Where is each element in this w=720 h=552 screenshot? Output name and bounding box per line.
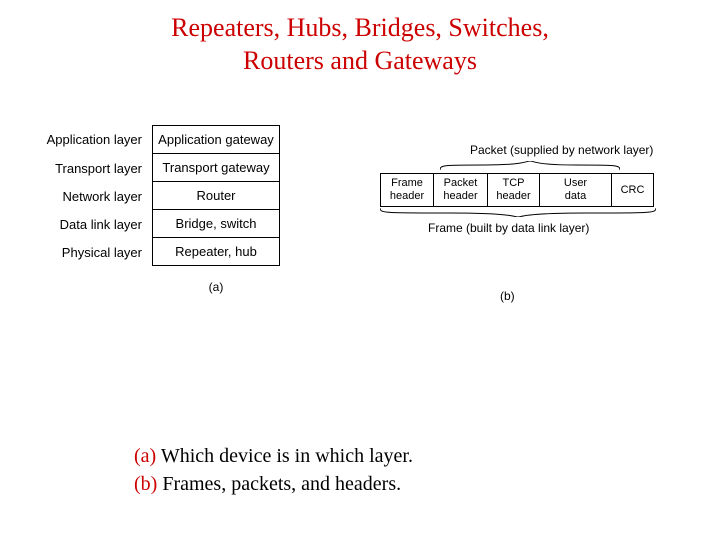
cell-line: CRC xyxy=(616,184,649,197)
packet-label: Packet (supplied by network layer) xyxy=(470,143,653,157)
brace-bottom-icon xyxy=(380,207,656,217)
layer-label: Network layer xyxy=(42,182,152,210)
caption-a-letter: (a) xyxy=(134,445,156,467)
layer-label: Application layer xyxy=(42,125,152,154)
table-row: Data link layer Bridge, switch xyxy=(42,210,280,238)
cell-line: header xyxy=(385,190,429,203)
device-box: Repeater, hub xyxy=(152,238,280,266)
tcp-header-cell: TCP header xyxy=(488,173,540,207)
frame-header-cell: Frame header xyxy=(380,173,434,207)
cell-line: Packet xyxy=(438,177,483,190)
packet-header-cell: Packet header xyxy=(434,173,488,207)
device-box: Router xyxy=(152,182,280,210)
table-row: Transport layer Transport gateway xyxy=(42,154,280,182)
caption-b-letter: (b) xyxy=(134,473,157,495)
crc-cell: CRC xyxy=(612,173,654,207)
table-row: Physical layer Repeater, hub xyxy=(42,238,280,266)
cell-line: data xyxy=(544,190,607,203)
part-a: Application layer Application gateway Tr… xyxy=(42,125,280,294)
title-line1: Repeaters, Hubs, Bridges, Switches, xyxy=(171,13,549,42)
caption-b-text: Frames, packets, and headers. xyxy=(157,473,401,495)
cell-line: header xyxy=(492,190,535,203)
cell-line: User xyxy=(544,177,607,190)
device-box: Transport gateway xyxy=(152,154,280,182)
title-line2: Routers and Gateways xyxy=(243,46,477,75)
device-box: Application gateway xyxy=(152,125,280,154)
device-box: Bridge, switch xyxy=(152,210,280,238)
part-a-label: (a) xyxy=(152,280,280,294)
cell-line: header xyxy=(438,190,483,203)
layer-label: Data link layer xyxy=(42,210,152,238)
diagram-area: Application layer Application gateway Tr… xyxy=(0,125,720,355)
slide-title: Repeaters, Hubs, Bridges, Switches, Rout… xyxy=(0,12,720,77)
captions: (a) Which device is in which layer. (b) … xyxy=(134,442,413,498)
frame-structure: Frame header Packet header TCP header Us… xyxy=(380,173,654,207)
layer-label: Transport layer xyxy=(42,154,152,182)
brace-top-icon xyxy=(440,161,620,171)
frame-label: Frame (built by data link layer) xyxy=(428,221,589,235)
caption-b: (b) Frames, packets, and headers. xyxy=(134,470,413,498)
table-row: Network layer Router xyxy=(42,182,280,210)
cell-line: Frame xyxy=(385,177,429,190)
user-data-cell: User data xyxy=(540,173,612,207)
part-b-label: (b) xyxy=(500,289,515,303)
cell-line: TCP xyxy=(492,177,535,190)
caption-a: (a) Which device is in which layer. xyxy=(134,442,413,470)
table-row: Application layer Application gateway xyxy=(42,125,280,154)
layer-label: Physical layer xyxy=(42,238,152,266)
caption-a-text: Which device is in which layer. xyxy=(156,445,413,467)
